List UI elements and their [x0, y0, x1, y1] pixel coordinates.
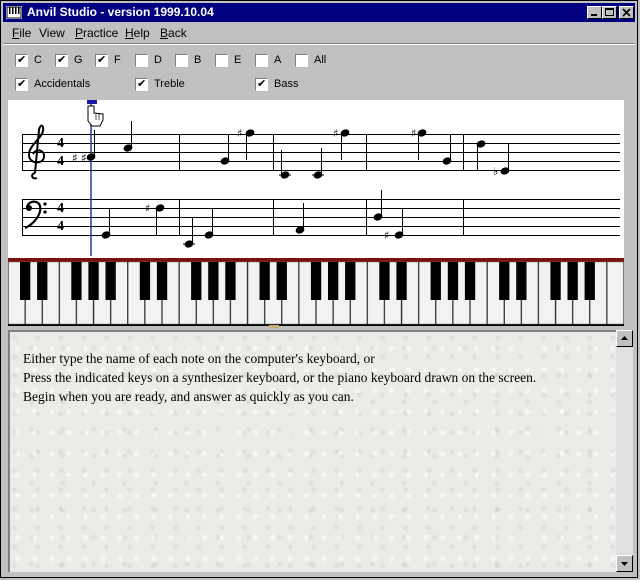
title-bar[interactable]: Anvil Studio - version 1999.10.04: [3, 3, 635, 22]
white-key[interactable]: [607, 261, 624, 325]
black-key[interactable]: [396, 262, 407, 300]
maximize-icon: [605, 8, 614, 16]
black-key[interactable]: [88, 262, 99, 300]
black-key[interactable]: [259, 262, 270, 300]
scroll-up-icon: [621, 336, 628, 340]
checkmark: ✔: [257, 78, 267, 90]
black-key[interactable]: [71, 262, 82, 300]
black-key[interactable]: [276, 262, 287, 300]
app-window: Anvil Studio - version 1999.10.04 File V…: [0, 0, 638, 578]
black-key[interactable]: [328, 262, 339, 300]
black-key[interactable]: [208, 262, 219, 300]
black-key[interactable]: [499, 262, 510, 300]
black-key[interactable]: [567, 262, 578, 300]
treble-time-bottom: 4: [57, 154, 64, 169]
black-key[interactable]: [156, 262, 168, 300]
minimize-icon: [591, 14, 597, 16]
instruction-line-3: Begin when you are ready, and answer as …: [23, 389, 354, 404]
note-sharp: ♯: [237, 127, 242, 140]
treble-time-top: 4: [57, 136, 64, 151]
bass-clef-icon: [24, 200, 47, 230]
menu-back[interactable]: Back: [160, 26, 187, 40]
piano-keys[interactable]: [8, 258, 624, 326]
splitter-handle[interactable]: [269, 325, 279, 328]
black-key[interactable]: [105, 262, 116, 300]
black-key[interactable]: [310, 262, 322, 300]
instruction-line-1: Either type the name of each note on the…: [23, 351, 375, 366]
vertical-scrollbar[interactable]: [616, 330, 633, 572]
note-flat: ♭: [493, 165, 498, 178]
checkmark: ✔: [137, 78, 147, 90]
note-sharp: ♯: [145, 202, 150, 215]
app-icon[interactable]: [6, 6, 22, 19]
menu-separator: [3, 43, 635, 45]
menu-file[interactable]: File: [12, 26, 31, 40]
black-key[interactable]: [225, 262, 236, 300]
note-sharp: ♯: [411, 127, 416, 140]
maximize-button[interactable]: [602, 6, 617, 19]
bass-time-top: 4: [57, 201, 64, 216]
menu-practice[interactable]: Practice: [75, 26, 118, 40]
checkmark: ✔: [57, 54, 67, 66]
black-key[interactable]: [550, 262, 561, 300]
key-sharp: ♯: [72, 151, 78, 165]
menu-help[interactable]: Help: [125, 26, 150, 40]
close-button[interactable]: [619, 6, 634, 19]
instruction-line-2: Press the indicated keys on a synthesize…: [23, 370, 537, 385]
window-title: Anvil Studio - version 1999.10.04: [27, 5, 214, 19]
checkmark: ✔: [17, 78, 27, 90]
black-key[interactable]: [139, 262, 151, 300]
black-key[interactable]: [464, 262, 476, 300]
black-key[interactable]: [345, 262, 356, 300]
black-key[interactable]: [447, 262, 459, 300]
black-key[interactable]: [516, 262, 527, 300]
scroll-up-button[interactable]: [616, 330, 633, 347]
black-key[interactable]: [37, 262, 48, 300]
checkmark: ✔: [17, 54, 27, 66]
instructions-panel: Either type the name of each note on the…: [8, 330, 616, 572]
music-staff-area[interactable]: 4 4 4 4 ♯ ♯ ♯ ♯ ♯ ♭ ♯ ♯: [8, 100, 624, 258]
menu-view[interactable]: View: [39, 26, 65, 40]
close-icon: [622, 8, 631, 17]
black-key[interactable]: [20, 262, 31, 300]
note-sharp: ♯: [384, 229, 389, 242]
note-sharp: ♯: [333, 127, 338, 140]
menu-bar: File View Practice Help Back: [3, 23, 635, 42]
key-sharp: ♯: [81, 151, 87, 165]
black-key[interactable]: [379, 262, 390, 300]
black-key[interactable]: [584, 262, 595, 300]
scroll-down-button[interactable]: [616, 555, 633, 572]
hand-pointer-icon: [87, 105, 104, 127]
black-key[interactable]: [191, 262, 202, 300]
black-key[interactable]: [430, 262, 441, 300]
minimize-button[interactable]: [587, 6, 602, 19]
scroll-down-icon: [621, 562, 628, 566]
keyboard-top-strip: [8, 258, 624, 262]
checkmark: ✔: [97, 54, 107, 66]
piano-keyboard[interactable]: [8, 258, 624, 326]
grand-staff: 4 4 4 4 ♯ ♯ ♯ ♯ ♯ ♭ ♯ ♯: [22, 100, 620, 256]
bass-time-bottom: 4: [57, 219, 64, 234]
